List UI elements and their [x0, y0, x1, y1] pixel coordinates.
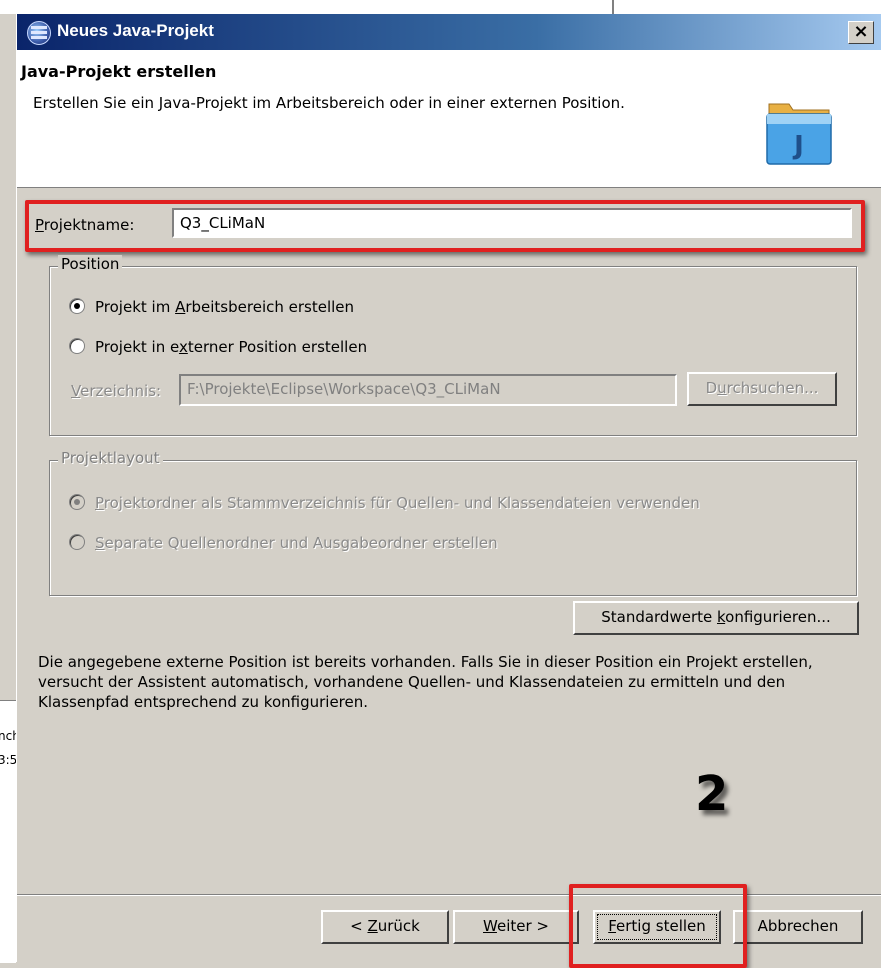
directory-label: Verzeichnis: [71, 382, 162, 400]
background-panel-right [620, 0, 881, 14]
project-layout-legend: Projektlayout [58, 449, 163, 467]
button-bar-separator [17, 894, 881, 896]
java-project-icon: J [766, 103, 832, 165]
radio-separate-folders[interactable]: Separate Quellenordner und Ausgabeordner… [69, 533, 498, 552]
radio-workspace-location[interactable]: Projekt im Arbeitsbereich erstellen [69, 297, 354, 316]
radio-button-icon [69, 337, 85, 354]
wizard-header: Java-Projekt erstellen Erstellen Sie ein… [17, 50, 881, 188]
radio-button-icon [69, 533, 85, 550]
info-message: Die angegebene externe Position ist bere… [38, 653, 813, 711]
cancel-button[interactable]: Abbrechen [733, 910, 863, 944]
radio-button-selected-icon [69, 493, 85, 510]
background-window-top [0, 0, 881, 14]
browse-button[interactable]: Durchsuchen... [687, 372, 837, 406]
background-text: 3:5 [0, 753, 18, 767]
title-bar[interactable]: Neues Java-Projekt × [17, 14, 881, 50]
svg-text:J: J [792, 131, 804, 161]
close-button[interactable]: × [848, 21, 874, 44]
radio-external-location[interactable]: Projekt in externer Position erstellen [69, 337, 367, 356]
highlight-finish-button [569, 884, 747, 968]
page-title: Java-Projekt erstellen [21, 62, 217, 81]
project-name-input[interactable]: Q3_CLiMaN [172, 208, 852, 238]
eclipse-icon [27, 21, 51, 45]
position-legend: Position [58, 255, 123, 273]
next-button[interactable]: Weiter > [453, 910, 579, 944]
background-panel-left [0, 0, 614, 14]
page-description: Erstellen Sie ein Java-Projekt im Arbeit… [33, 94, 625, 112]
back-button[interactable]: < Zurück [321, 910, 449, 944]
dialog-title: Neues Java-Projekt [57, 21, 214, 40]
radio-single-folder[interactable]: Projektordner als Stammverzeichnis für Q… [69, 493, 700, 512]
background-window-left: nch 3:5 [0, 700, 20, 963]
configure-defaults-button[interactable]: Standardwerte konfigurieren... [573, 601, 859, 635]
radio-button-selected-icon [69, 297, 85, 314]
directory-input[interactable]: F:\Projekte\Eclipse\Workspace\Q3_CLiMaN [179, 374, 677, 406]
new-java-project-dialog: Neues Java-Projekt × Java-Projekt erstel… [16, 14, 881, 968]
project-layout-group: Projektlayout [49, 449, 857, 596]
project-name-label: Projektname: [35, 216, 135, 234]
step-annotation: 2 [695, 766, 729, 822]
